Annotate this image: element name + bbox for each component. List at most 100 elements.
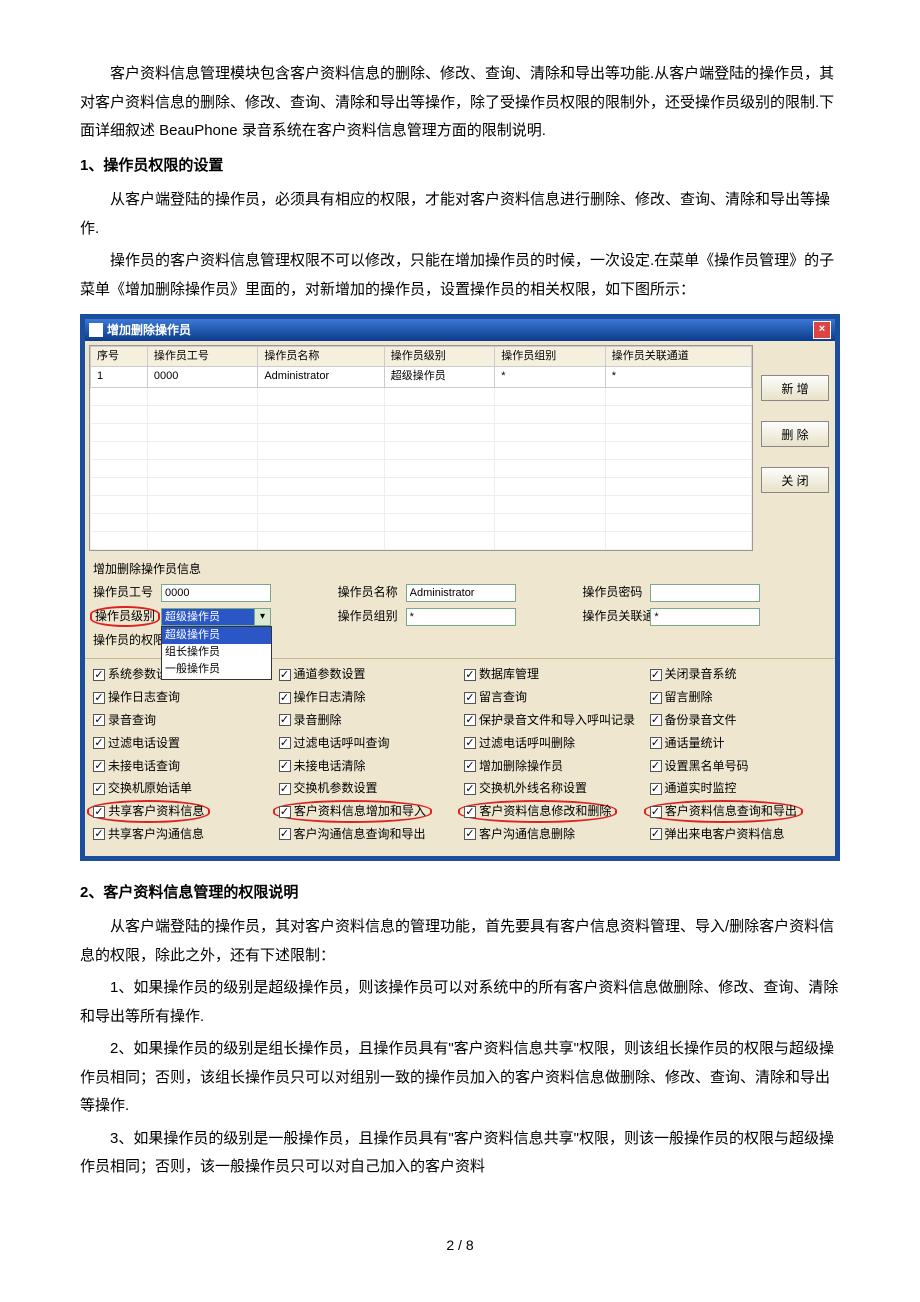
s2-p3: 2、如果操作员的级别是组长操作员，且操作员具有"客户资料信息共享"权限，则该组长… bbox=[80, 1035, 840, 1121]
permission-label: 设置黑名单号码 bbox=[665, 758, 749, 775]
operator-password-input[interactable] bbox=[650, 584, 760, 602]
permission-checkbox[interactable] bbox=[93, 783, 105, 795]
annotation-oval: 客户资料信息增加和导入 bbox=[273, 800, 432, 823]
permission-checkbox[interactable] bbox=[279, 692, 291, 704]
permission-checkbox[interactable] bbox=[279, 806, 291, 818]
permission-label: 录音查询 bbox=[108, 712, 156, 729]
permission-checkbox[interactable] bbox=[650, 737, 662, 749]
annotation-oval-level: 操作员级别 bbox=[90, 606, 160, 627]
permission-label: 增加删除操作员 bbox=[479, 758, 563, 775]
permission-label: 操作日志查询 bbox=[108, 689, 180, 706]
permission-label: 操作日志清除 bbox=[294, 689, 366, 706]
table-row[interactable]: 10000Administrator 超级操作员** bbox=[91, 367, 752, 387]
permission-checkbox[interactable] bbox=[464, 828, 476, 840]
label-operator-channel: 操作员关联通道 bbox=[582, 608, 646, 625]
permission-label: 客户资料信息查询和导出 bbox=[665, 804, 797, 818]
permission-checkbox[interactable] bbox=[279, 737, 291, 749]
permission-checkbox[interactable] bbox=[650, 806, 662, 818]
permission-checkbox[interactable] bbox=[650, 714, 662, 726]
s2-p2: 1、如果操作员的级别是超级操作员，则该操作员可以对系统中的所有客户资料信息做删除… bbox=[80, 974, 840, 1031]
annotation-oval: 共享客户资料信息 bbox=[87, 800, 210, 823]
permission-label: 共享客户资料信息 bbox=[108, 804, 204, 818]
permission-checkbox[interactable] bbox=[464, 669, 476, 681]
dropdown-option[interactable]: 一般操作员 bbox=[162, 661, 271, 678]
s2-p1: 从客户端登陆的操作员，其对客户资料信息的管理功能，首先要具有客户信息资料管理、导… bbox=[80, 913, 840, 970]
operator-channel-input[interactable] bbox=[650, 608, 760, 626]
annotation-oval: 客户资料信息修改和删除 bbox=[458, 800, 617, 823]
permission-checkbox[interactable] bbox=[464, 692, 476, 704]
permission-label: 交换机参数设置 bbox=[294, 780, 378, 797]
s1-p1: 从客户端登陆的操作员，必须具有相应的权限，才能对客户资料信息进行删除、修改、查询… bbox=[80, 186, 840, 243]
operator-table[interactable]: 序号操作员工号操作员名称 操作员级别操作员组别操作员关联通道 10000Admi… bbox=[89, 345, 753, 551]
permission-checkbox[interactable] bbox=[650, 828, 662, 840]
permission-label: 留言查询 bbox=[479, 689, 527, 706]
permission-checkbox[interactable] bbox=[93, 828, 105, 840]
permission-label: 共享客户沟通信息 bbox=[108, 826, 204, 843]
permission-label: 未接电话清除 bbox=[294, 758, 366, 775]
operator-group-input[interactable] bbox=[406, 608, 516, 626]
label-operator-password: 操作员密码 bbox=[582, 584, 646, 601]
dropdown-option[interactable]: 组长操作员 bbox=[162, 644, 271, 661]
table-header-row: 序号操作员工号操作员名称 操作员级别操作员组别操作员关联通道 bbox=[91, 347, 752, 367]
permission-label: 备份录音文件 bbox=[665, 712, 737, 729]
permission-checkbox[interactable] bbox=[464, 806, 476, 818]
annotation-oval: 客户资料信息查询和导出 bbox=[644, 800, 803, 823]
s1-p2: 操作员的客户资料信息管理权限不可以修改，只能在增加操作员的时候，一次设定.在菜单… bbox=[80, 247, 840, 304]
add-delete-operator-dialog: 增加删除操作员 × 序号操作员工号操作员名称 操作员级别操作员组别操作员关联通道… bbox=[80, 314, 840, 861]
chevron-down-icon[interactable]: ▾ bbox=[254, 609, 270, 625]
permission-checkbox[interactable] bbox=[93, 806, 105, 818]
permission-checkbox[interactable] bbox=[650, 783, 662, 795]
permission-label: 通话量统计 bbox=[665, 735, 725, 752]
permission-checkbox[interactable] bbox=[93, 669, 105, 681]
permission-checkbox[interactable] bbox=[650, 669, 662, 681]
page-number: 2 / 8 bbox=[80, 1232, 840, 1259]
permission-label: 关闭录音系统 bbox=[665, 666, 737, 683]
permission-checkbox[interactable] bbox=[464, 760, 476, 772]
permission-label: 通道参数设置 bbox=[294, 666, 366, 683]
permission-label: 过滤电话呼叫查询 bbox=[294, 735, 390, 752]
intro-paragraph: 客户资料信息管理模块包含客户资料信息的删除、修改、查询、清除和导出等功能.从客户… bbox=[80, 60, 840, 146]
operator-level-select[interactable]: 超级操作员 ▾ 超级操作员 组长操作员 一般操作员 bbox=[161, 608, 271, 626]
operator-name-input[interactable] bbox=[406, 584, 516, 602]
close-button[interactable]: 关 闭 bbox=[761, 467, 829, 493]
permission-checkbox[interactable] bbox=[650, 692, 662, 704]
permission-label: 过滤电话设置 bbox=[108, 735, 180, 752]
permission-label: 客户资料信息修改和删除 bbox=[479, 804, 611, 818]
permission-label: 未接电话查询 bbox=[108, 758, 180, 775]
permission-label: 保护录音文件和导入呼叫记录 bbox=[479, 712, 635, 729]
close-icon[interactable]: × bbox=[813, 321, 831, 339]
label-operator-name: 操作员名称 bbox=[338, 584, 402, 601]
dropdown-option[interactable]: 超级操作员 bbox=[162, 627, 271, 644]
label-operator-level: 操作员级别 bbox=[95, 609, 155, 623]
permission-checkbox[interactable] bbox=[464, 737, 476, 749]
operator-id-input[interactable] bbox=[161, 584, 271, 602]
permission-label: 客户沟通信息删除 bbox=[479, 826, 575, 843]
add-button[interactable]: 新 增 bbox=[761, 375, 829, 401]
delete-button[interactable]: 删 除 bbox=[761, 421, 829, 447]
permission-label: 客户沟通信息查询和导出 bbox=[294, 826, 426, 843]
permission-checkbox[interactable] bbox=[279, 828, 291, 840]
permission-checkbox[interactable] bbox=[279, 714, 291, 726]
label-operator-permissions: 操作员的权限 bbox=[93, 632, 157, 649]
permission-checkbox[interactable] bbox=[93, 760, 105, 772]
permission-label: 通道实时监控 bbox=[665, 780, 737, 797]
permission-label: 过滤电话呼叫删除 bbox=[479, 735, 575, 752]
permission-label: 交换机外线名称设置 bbox=[479, 780, 587, 797]
permission-checkbox[interactable] bbox=[279, 669, 291, 681]
permission-label: 数据库管理 bbox=[479, 666, 539, 683]
permission-checkbox[interactable] bbox=[464, 714, 476, 726]
permission-label: 弹出来电客户资料信息 bbox=[665, 826, 785, 843]
permission-label: 录音删除 bbox=[294, 712, 342, 729]
form-section-label: 增加删除操作员信息 bbox=[85, 555, 835, 580]
s2-p4: 3、如果操作员的级别是一般操作员，且操作员具有"客户资料信息共享"权限，则该一般… bbox=[80, 1125, 840, 1182]
permission-checkbox[interactable] bbox=[650, 760, 662, 772]
permission-checkbox[interactable] bbox=[93, 714, 105, 726]
dialog-titlebar: 增加删除操作员 × bbox=[85, 319, 835, 341]
label-operator-group: 操作员组别 bbox=[338, 608, 402, 625]
permission-checkbox[interactable] bbox=[464, 783, 476, 795]
permission-checkbox[interactable] bbox=[279, 760, 291, 772]
permission-checkbox[interactable] bbox=[93, 692, 105, 704]
permission-checkbox[interactable] bbox=[93, 737, 105, 749]
operator-level-dropdown[interactable]: 超级操作员 组长操作员 一般操作员 bbox=[161, 626, 272, 680]
permission-checkbox[interactable] bbox=[279, 783, 291, 795]
